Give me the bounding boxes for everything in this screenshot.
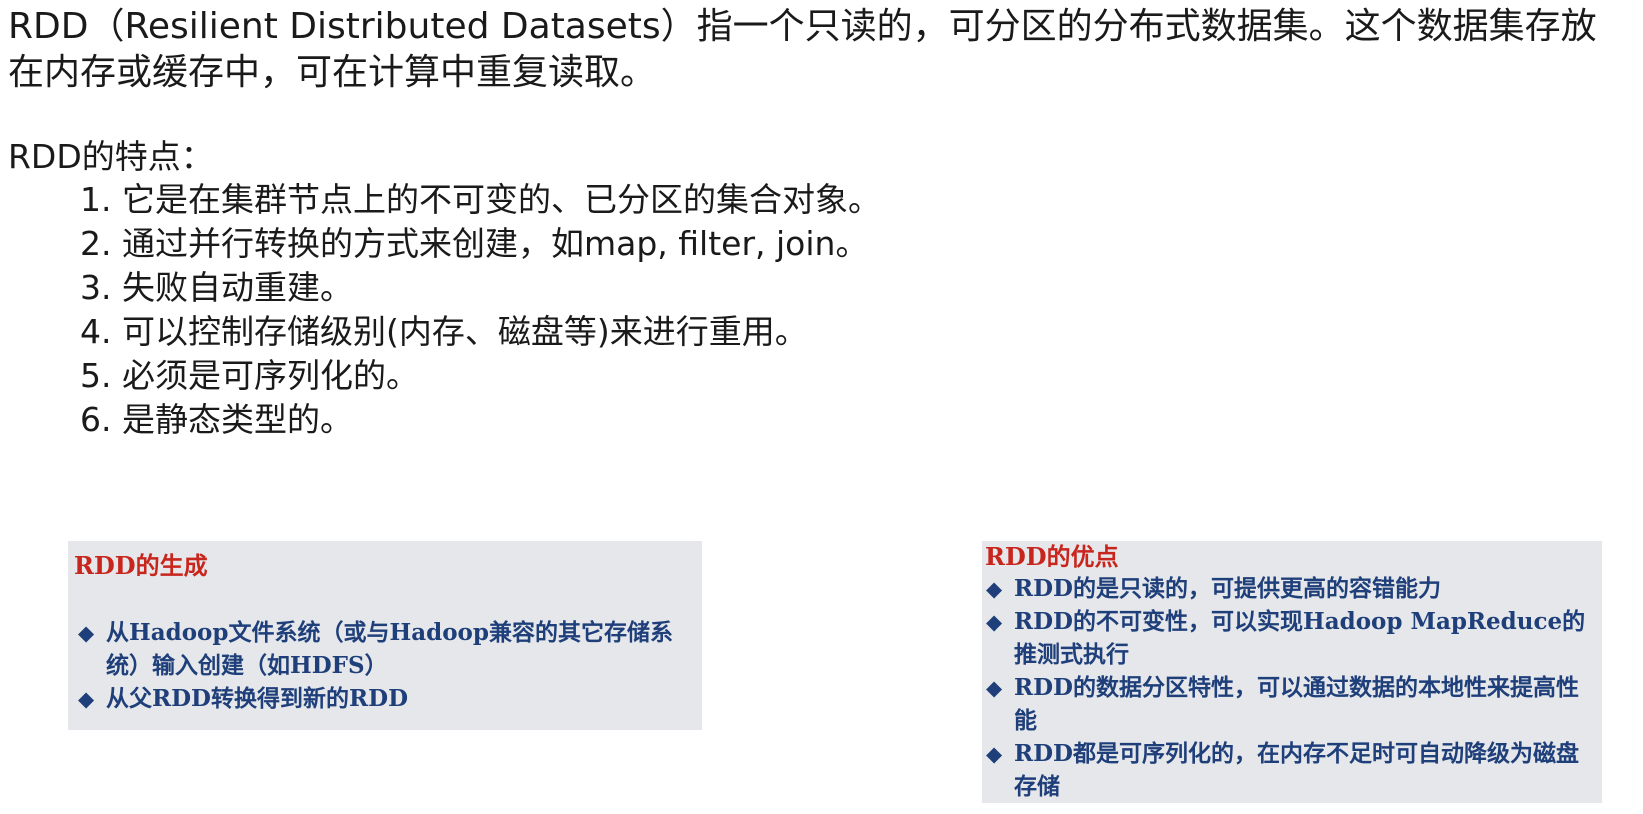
list-item-text: RDD的数据分区特性，可以通过数据的本地性来提高性能 [1014, 674, 1580, 734]
rdd-advantages-box: RDD的优点 ◆ RDD的是只读的，可提供更高的容错能力 ◆ RDD的不可变性，… [982, 541, 1602, 803]
diamond-bullet-icon: ◆ [78, 686, 95, 711]
feature-item: 3. 失败自动重建。 [80, 268, 353, 307]
diamond-bullet-icon: ◆ [986, 675, 1003, 700]
list-item: ◆ RDD的是只读的，可提供更高的容错能力 [986, 572, 1598, 605]
diamond-bullet-icon: ◆ [986, 741, 1003, 766]
list-item: ◆ 从Hadoop文件系统（或与Hadoop兼容的其它存储系统）输入创建（如HD… [78, 616, 698, 682]
list-item: ◆ RDD的数据分区特性，可以通过数据的本地性来提高性能 [986, 671, 1598, 737]
list-item: ◆ RDD的不可变性，可以实现Hadoop MapReduce的推测式执行 [986, 605, 1598, 671]
list-item-text: 从父RDD转换得到新的RDD [106, 685, 409, 712]
rdd-generation-title: RDD的生成 [74, 551, 208, 580]
rdd-advantages-list: ◆ RDD的是只读的，可提供更高的容错能力 ◆ RDD的不可变性，可以实现Had… [986, 572, 1598, 803]
list-item: ◆ 从父RDD转换得到新的RDD [78, 682, 698, 715]
features-list: 1. 它是在集群节点上的不可变的、已分区的集合对象。 2. 通过并行转换的方式来… [80, 178, 881, 442]
list-item: ◆ RDD都是可序列化的，在内存不足时可自动降级为磁盘存储 [986, 737, 1598, 803]
feature-item: 6. 是静态类型的。 [80, 400, 353, 439]
list-item-text: RDD都是可序列化的，在内存不足时可自动降级为磁盘存储 [1014, 740, 1580, 800]
list-item-text: RDD的不可变性，可以实现Hadoop MapReduce的推测式执行 [1014, 608, 1586, 668]
feature-item: 1. 它是在集群节点上的不可变的、已分区的集合对象。 [80, 180, 881, 219]
intro-paragraph: RDD（Resilient Distributed Datasets）指一个只读… [8, 6, 1597, 93]
diamond-bullet-icon: ◆ [78, 620, 95, 645]
rdd-generation-box: RDD的生成 ◆ 从Hadoop文件系统（或与Hadoop兼容的其它存储系统）输… [68, 541, 702, 730]
feature-item: 4. 可以控制存储级别(内存、磁盘等)来进行重用。 [80, 312, 808, 351]
diamond-bullet-icon: ◆ [986, 576, 1003, 601]
feature-item: 2. 通过并行转换的方式来创建，如map, filter, join。 [80, 224, 869, 263]
list-item-text: 从Hadoop文件系统（或与Hadoop兼容的其它存储系统）输入创建（如HDFS… [106, 619, 673, 679]
diamond-bullet-icon: ◆ [986, 609, 1003, 634]
feature-item: 5. 必须是可序列化的。 [80, 356, 419, 395]
list-item-text: RDD的是只读的，可提供更高的容错能力 [1014, 575, 1442, 602]
rdd-advantages-title: RDD的优点 [985, 542, 1119, 571]
features-heading: RDD的特点： [8, 137, 214, 176]
rdd-generation-list: ◆ 从Hadoop文件系统（或与Hadoop兼容的其它存储系统）输入创建（如HD… [78, 616, 698, 715]
